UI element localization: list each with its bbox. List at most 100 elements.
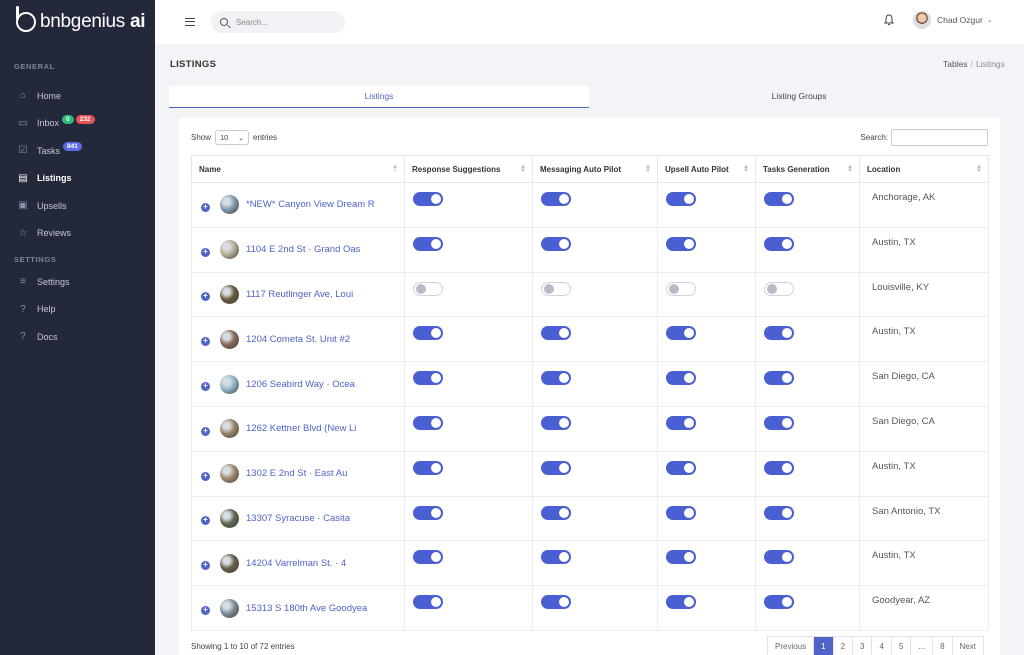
sidebar-item-tasks[interactable]: ☑ Tasks 841 bbox=[0, 137, 155, 165]
pagination-next[interactable]: Next bbox=[953, 637, 983, 655]
column-header[interactable]: Messaging Auto Pilot ▲ ▼ bbox=[532, 155, 658, 183]
upsell-auto-pilot-toggle[interactable] bbox=[666, 236, 696, 251]
sidebar-item-listings[interactable]: ▤ Listings bbox=[0, 165, 155, 193]
upsell-auto-pilot-toggle[interactable] bbox=[666, 192, 696, 206]
location-text: San Diego, CA bbox=[872, 415, 935, 427]
pagination-page[interactable]: 2 bbox=[834, 637, 854, 655]
expand-row-icon[interactable]: + bbox=[201, 606, 210, 616]
response-suggestions-toggle[interactable] bbox=[413, 236, 443, 251]
table-search-input[interactable] bbox=[891, 129, 988, 146]
bell-icon[interactable] bbox=[884, 14, 894, 26]
pagination-page[interactable]: 8 bbox=[933, 637, 953, 655]
response-suggestions-toggle[interactable] bbox=[413, 595, 443, 610]
upsell-auto-pilot-toggle[interactable] bbox=[666, 371, 696, 386]
messaging-auto-pilot-toggle[interactable] bbox=[541, 371, 571, 386]
sidebar-item-upsells[interactable]: ▣ Upsells bbox=[0, 192, 155, 220]
upsell-auto-pilot-toggle[interactable] bbox=[666, 281, 696, 296]
toggle-cell bbox=[532, 585, 658, 631]
pagination-page[interactable]: 3 bbox=[853, 637, 873, 655]
expand-row-icon[interactable]: + bbox=[201, 292, 210, 302]
brand[interactable]: bnbgenius ai bbox=[0, 0, 155, 44]
listing-name-link[interactable]: 1104 E 2nd St · Grand Oas bbox=[246, 244, 360, 255]
pagination-page[interactable]: 5 bbox=[892, 637, 912, 655]
response-suggestions-toggle[interactable] bbox=[413, 460, 443, 475]
user-name: Chad Ozgur bbox=[937, 15, 983, 25]
sidebar-item-label: Listings bbox=[37, 173, 72, 184]
messaging-auto-pilot-toggle[interactable] bbox=[541, 236, 571, 251]
tasks-generation-toggle[interactable] bbox=[764, 326, 794, 341]
sidebar-item-home[interactable]: ⌂ Home bbox=[0, 82, 155, 110]
expand-row-icon[interactable]: + bbox=[201, 561, 210, 571]
hamburger-menu-icon[interactable] bbox=[185, 18, 195, 26]
messaging-auto-pilot-toggle[interactable] bbox=[541, 505, 571, 520]
response-suggestions-toggle[interactable] bbox=[413, 326, 443, 341]
listing-name-link[interactable]: 1206 Seabird Way · Ocea bbox=[246, 379, 355, 390]
sidebar-item-docs[interactable]: ? Docs bbox=[0, 323, 155, 351]
tasks-generation-toggle[interactable] bbox=[764, 550, 794, 565]
messaging-auto-pilot-toggle[interactable] bbox=[541, 326, 571, 341]
messaging-auto-pilot-toggle[interactable] bbox=[541, 281, 571, 296]
tab-listings[interactable]: Listings bbox=[169, 86, 589, 108]
column-header[interactable]: Tasks Generation ▲ ▼ bbox=[755, 155, 860, 183]
column-header[interactable]: Upsell Auto Pilot ▲ ▼ bbox=[657, 155, 756, 183]
messaging-auto-pilot-toggle[interactable] bbox=[541, 550, 571, 565]
response-suggestions-toggle[interactable] bbox=[413, 371, 443, 386]
upsell-auto-pilot-toggle[interactable] bbox=[666, 505, 696, 520]
expand-row-icon[interactable]: + bbox=[201, 382, 210, 392]
listing-name-link[interactable]: 1117 Reutlinger Ave, Loui bbox=[246, 289, 353, 300]
pagination-page[interactable]: 1 bbox=[814, 637, 834, 655]
upsell-auto-pilot-toggle[interactable] bbox=[666, 326, 696, 341]
column-header[interactable]: Name ▲ ▼ bbox=[191, 155, 405, 183]
listing-name-link[interactable]: 1262 Kettner Blvd (New Li bbox=[246, 423, 356, 434]
listing-name-link[interactable]: 15313 S 180th Ave Goodyea bbox=[246, 603, 367, 614]
tab-listing-groups[interactable]: Listing Groups bbox=[589, 86, 1009, 108]
sidebar-item-reviews[interactable]: ☆ Reviews bbox=[0, 220, 155, 248]
expand-row-icon[interactable]: + bbox=[201, 337, 210, 347]
global-search-input[interactable] bbox=[236, 17, 336, 27]
messaging-auto-pilot-toggle[interactable] bbox=[541, 192, 571, 206]
pagination-previous[interactable]: Previous bbox=[768, 637, 815, 655]
messaging-auto-pilot-toggle[interactable] bbox=[541, 460, 571, 475]
response-suggestions-toggle[interactable] bbox=[413, 505, 443, 520]
sidebar-item-help[interactable]: ? Help bbox=[0, 296, 155, 324]
response-suggestions-toggle[interactable] bbox=[413, 415, 443, 430]
tasks-generation-toggle[interactable] bbox=[764, 192, 794, 206]
breadcrumb-tables[interactable]: Tables bbox=[943, 59, 968, 69]
topbar: Chad Ozgur ⌄ bbox=[155, 0, 1024, 44]
tasks-generation-toggle[interactable] bbox=[764, 595, 794, 610]
location-text: Austin, TX bbox=[872, 550, 916, 562]
listing-name-link[interactable]: 13307 Syracuse · Casita bbox=[246, 513, 350, 524]
sidebar-item-label: Docs bbox=[37, 331, 58, 342]
tasks-generation-toggle[interactable] bbox=[764, 415, 794, 430]
response-suggestions-toggle[interactable] bbox=[413, 192, 443, 206]
entries-select[interactable]: 10 ⌄ bbox=[215, 130, 250, 145]
column-header[interactable]: Response Suggestions ▲ ▼ bbox=[404, 155, 533, 183]
listing-name-link[interactable]: 14204 Varrelman St. · 4 bbox=[246, 558, 346, 569]
upsell-auto-pilot-toggle[interactable] bbox=[666, 595, 696, 610]
messaging-auto-pilot-toggle[interactable] bbox=[541, 415, 571, 430]
sidebar-item-settings[interactable]: ≡ Settings bbox=[0, 268, 155, 296]
user-menu[interactable]: Chad Ozgur ⌄ bbox=[913, 11, 993, 29]
listing-name-link[interactable]: 1302 E 2nd St · East Au bbox=[246, 468, 347, 479]
expand-row-icon[interactable]: + bbox=[201, 516, 210, 526]
tasks-generation-toggle[interactable] bbox=[764, 281, 794, 296]
pagination-page[interactable]: 4 bbox=[872, 637, 892, 655]
response-suggestions-toggle[interactable] bbox=[413, 281, 443, 296]
listing-name-link[interactable]: 1204 Cometa St. Unit #2 bbox=[246, 334, 350, 345]
expand-row-icon[interactable]: + bbox=[201, 426, 210, 436]
upsell-auto-pilot-toggle[interactable] bbox=[666, 460, 696, 475]
tasks-generation-toggle[interactable] bbox=[764, 371, 794, 386]
tasks-generation-toggle[interactable] bbox=[764, 460, 794, 475]
upsell-auto-pilot-toggle[interactable] bbox=[666, 415, 696, 430]
response-suggestions-toggle[interactable] bbox=[413, 550, 443, 565]
tasks-generation-toggle[interactable] bbox=[764, 236, 794, 251]
messaging-auto-pilot-toggle[interactable] bbox=[541, 595, 571, 610]
sidebar-item-inbox[interactable]: ▭ Inbox 0 232 bbox=[0, 110, 155, 138]
upsell-auto-pilot-toggle[interactable] bbox=[666, 550, 696, 565]
column-header[interactable]: Location ▲ ▼ bbox=[859, 155, 989, 183]
expand-row-icon[interactable]: + bbox=[201, 202, 210, 212]
tasks-generation-toggle[interactable] bbox=[764, 505, 794, 520]
listing-name-link[interactable]: *NEW* Canyon View Dream R bbox=[246, 199, 375, 210]
expand-row-icon[interactable]: + bbox=[201, 247, 210, 257]
expand-row-icon[interactable]: + bbox=[201, 471, 210, 481]
